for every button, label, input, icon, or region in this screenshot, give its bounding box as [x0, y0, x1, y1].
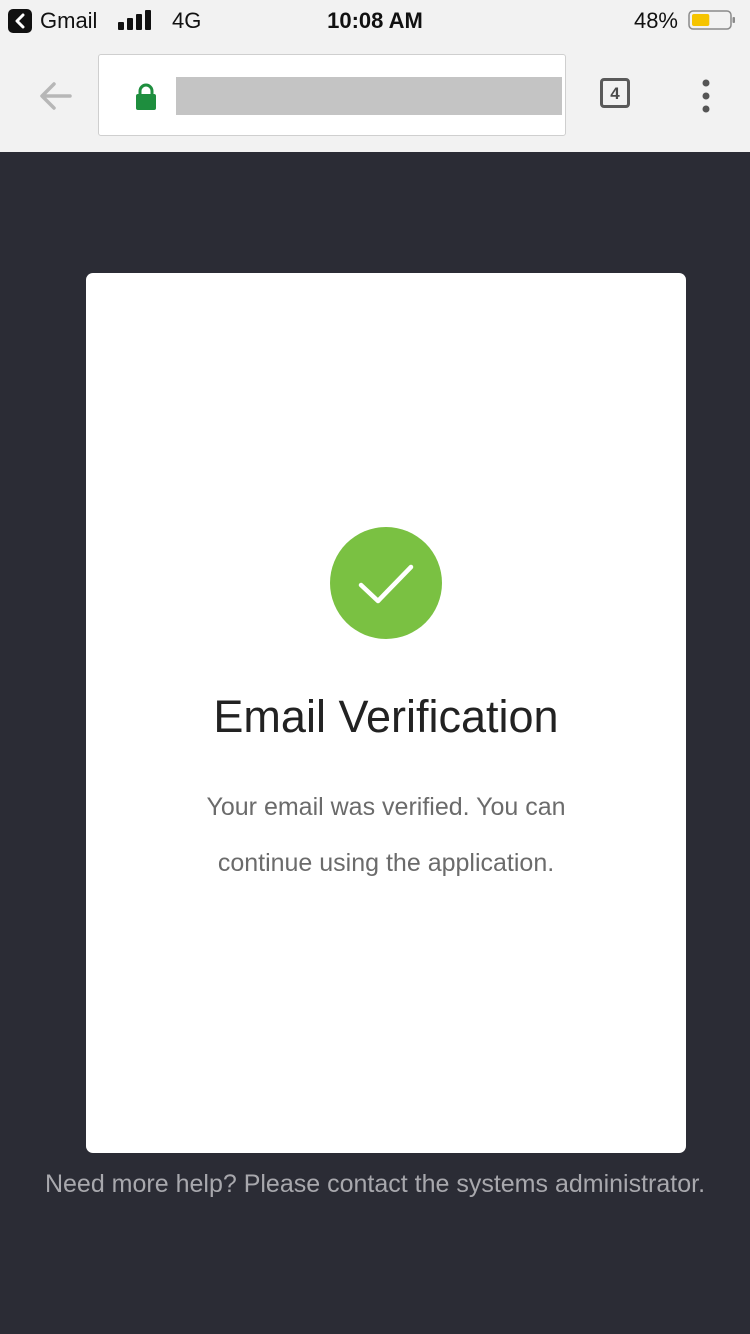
- help-text: Need more help? Please contact the syste…: [44, 1170, 706, 1198]
- address-bar[interactable]: [98, 54, 566, 136]
- status-bar: Gmail 4G 10:08 AM 48%: [0, 0, 750, 40]
- verification-message: Your email was verified. You can continu…: [206, 793, 566, 877]
- page-title: Email Verification: [213, 691, 559, 742]
- battery-icon: [688, 10, 735, 30]
- battery-percent: 48%: [633, 8, 678, 33]
- success-check-icon: [330, 527, 442, 639]
- url-text-redacted[interactable]: [176, 77, 562, 115]
- verification-card: Email Verification Your email was verifi…: [86, 273, 686, 1153]
- back-arrow-icon[interactable]: [36, 76, 76, 116]
- more-options-icon[interactable]: [694, 76, 718, 116]
- lock-icon: [136, 83, 156, 110]
- browser-toolbar: 4: [0, 40, 750, 152]
- tab-switcher-button[interactable]: 4: [600, 78, 630, 108]
